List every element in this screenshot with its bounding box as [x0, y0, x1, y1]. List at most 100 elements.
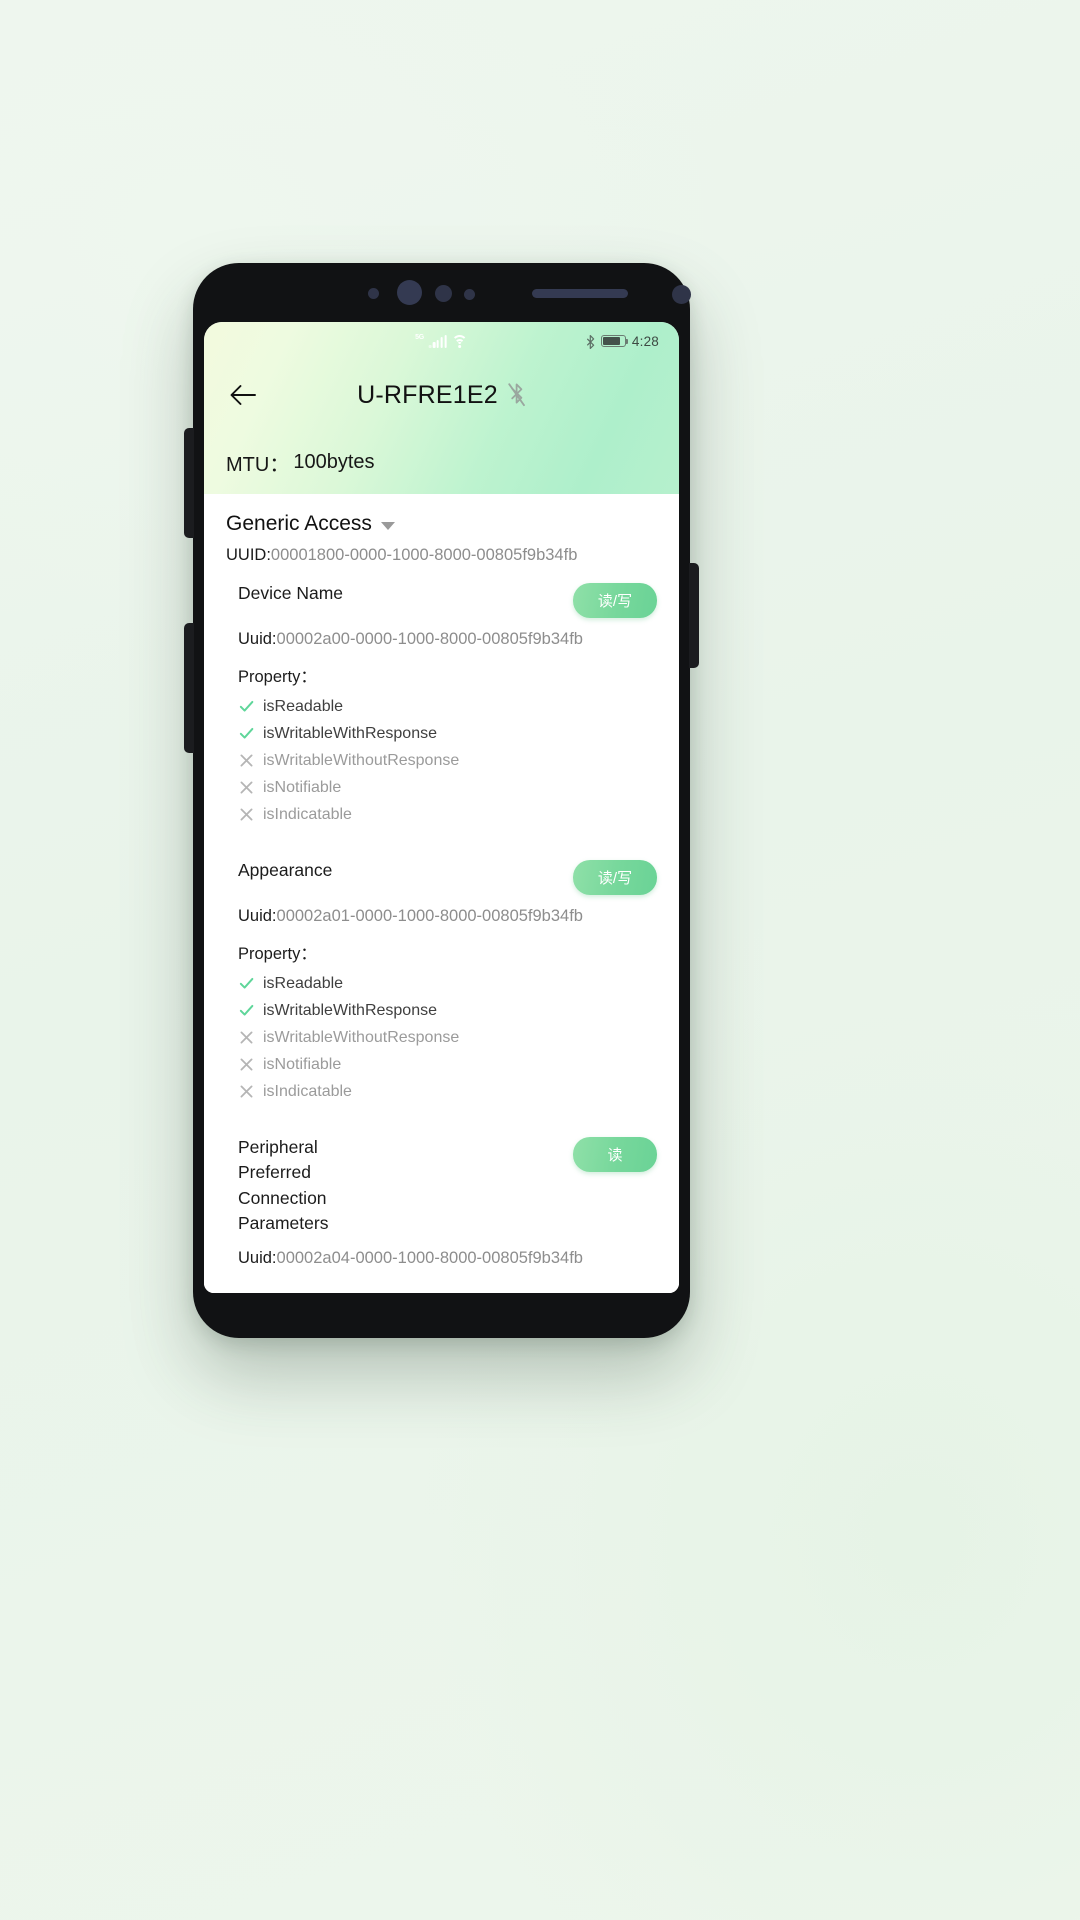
status-bar-right-icons: 4:28 [586, 334, 659, 349]
characteristic-name-line: Parameters [238, 1213, 329, 1234]
characteristic-uuid: Uuid:00002a00-0000-1000-8000-00805f9b34f… [226, 618, 657, 649]
earpiece-speaker [532, 289, 628, 298]
characteristic-item: Device Name 读/写 Uuid:00002a00-0000-1000-80… [204, 567, 679, 844]
characteristic-uuid: Uuid:00002a01-0000-1000-8000-00805f9b34f… [226, 895, 657, 926]
property-row: isIndicatable [238, 801, 657, 828]
characteristic-spacer [226, 828, 657, 844]
service-list: Generic Access UUID:00001800-0000-1000-8… [204, 494, 679, 1293]
characteristic-name-line: Appearance [238, 860, 333, 880]
check-icon [239, 1004, 254, 1016]
characteristic-list: Device Name 读/写 Uuid:00002a00-0000-1000-80… [204, 567, 679, 1293]
power-button[interactable] [689, 563, 699, 668]
mtu-label: MTU： [226, 453, 290, 476]
property-row: isNotifiable [238, 774, 657, 801]
service-name: Generic Access [226, 512, 372, 535]
property-label: isReadable [263, 697, 344, 715]
mtu-value: 100bytes [293, 450, 375, 473]
read-write-button[interactable]: 读/写 [573, 583, 657, 618]
status-bar-left-icons: 5G [415, 334, 468, 348]
front-camera [397, 280, 422, 305]
service-uuid-key: UUID: [226, 546, 271, 564]
check-icon [239, 727, 254, 739]
characteristic-name: Appearance [226, 858, 332, 883]
navigation-title-group: U-RFRE1E2 [204, 381, 679, 410]
volume-up-button[interactable] [184, 428, 194, 538]
service-uuid-value: 00001800-0000-1000-8000-00805f9b34fb [270, 546, 578, 564]
page-title: U-RFRE1E2 [357, 380, 498, 409]
check-icon [239, 700, 254, 712]
characteristic-uuid-key: Uuid: [238, 630, 277, 648]
property-row: isReadable [238, 693, 657, 720]
bluetooth-icon [586, 334, 595, 349]
cross-icon [240, 1085, 253, 1098]
cross-icon [240, 1031, 253, 1044]
characteristic-name: Device Name [226, 581, 343, 606]
status-bar: 5G 4:28 [204, 322, 679, 360]
navigation-bar: U-RFRE1E2 [204, 360, 679, 430]
property-label: isWritableWithoutResponse [263, 1028, 460, 1046]
characteristic-spacer [226, 1105, 657, 1121]
property-label: isWritableWithoutResponse [263, 751, 460, 769]
characteristic-uuid-value: 00002a01-0000-1000-8000-00805f9b34fb [276, 907, 583, 925]
property-heading: Property： [226, 1268, 657, 1294]
characteristic-name-line: Preferred [238, 1162, 311, 1183]
characteristic-header: Appearance 读/写 [226, 844, 657, 895]
network-type-label: 5G [415, 334, 424, 341]
property-list: isReadable isWritableWithResponse isWritab… [226, 964, 657, 1105]
back-arrow-icon[interactable] [222, 375, 262, 415]
bluetooth-disabled-icon[interactable] [507, 382, 526, 408]
sensor-dot-4 [672, 285, 691, 304]
volume-down-button[interactable] [184, 623, 194, 753]
cross-icon [240, 1058, 253, 1071]
property-row: isIndicatable [238, 1078, 657, 1105]
cross-icon [240, 781, 253, 794]
service-header[interactable]: Generic Access [204, 508, 679, 538]
phone-screen: 5G 4:28 U-RFRE1E2 MTU： 100bytes Generic … [204, 322, 679, 1293]
device-top-bezel [193, 263, 691, 323]
property-row: isWritableWithResponse [238, 720, 657, 747]
characteristic-uuid-key: Uuid: [238, 1248, 277, 1267]
property-row: isReadable [238, 970, 657, 997]
property-label: isWritableWithResponse [263, 1001, 437, 1019]
cross-icon [240, 808, 253, 821]
read-button[interactable]: 读 [573, 1137, 657, 1172]
property-row: isWritableWithoutResponse [238, 747, 657, 774]
property-label: isWritableWithResponse [263, 724, 437, 742]
property-label: isIndicatable [263, 805, 352, 823]
property-row: isNotifiable [238, 1051, 657, 1078]
property-label: isNotifiable [263, 778, 342, 796]
wifi-icon [451, 335, 468, 348]
signal-bars-icon [428, 335, 447, 348]
property-row: isWritableWithResponse [238, 997, 657, 1024]
characteristic-uuid-key: Uuid: [238, 907, 277, 925]
property-heading: Property： [238, 945, 317, 963]
sensor-dot-2 [435, 285, 452, 302]
device-bottom-bezel [193, 1293, 690, 1338]
characteristic-name-line: Peripheral [238, 1137, 318, 1157]
status-bar-clock: 4:28 [631, 333, 659, 349]
mtu-row: MTU： 100bytes [204, 430, 679, 494]
property-list: isReadable isWritableWithResponse isWritab… [226, 687, 657, 828]
chevron-down-icon[interactable] [380, 521, 395, 530]
characteristic-uuid: Uuid:00002a04-0000-1000-8000-00805f9b34f… [226, 1237, 657, 1268]
characteristic-name: Peripheral Preferred Connection Parameters [226, 1135, 328, 1237]
property-label: isReadable [263, 974, 344, 992]
read-write-button[interactable]: 读/写 [573, 860, 657, 895]
property-heading: Property： [238, 668, 317, 686]
check-icon [239, 977, 254, 989]
characteristic-name-line: Connection [238, 1187, 327, 1208]
phone-device-frame: 5G 4:28 U-RFRE1E2 MTU： 100bytes Generic … [184, 263, 699, 1338]
property-label: isIndicatable [263, 1082, 352, 1100]
characteristic-header: Device Name 读/写 [226, 567, 657, 618]
app-header: 5G 4:28 U-RFRE1E2 MTU： 100bytes [204, 322, 679, 494]
cross-icon [240, 754, 253, 767]
sensor-dot-3 [464, 289, 475, 300]
service-list-scroll-area[interactable]: Generic Access UUID:00001800-0000-1000-8… [204, 494, 679, 1293]
battery-icon [600, 335, 629, 347]
characteristic-uuid-value: 00002a00-0000-1000-8000-00805f9b34fb [276, 630, 583, 648]
property-label: isNotifiable [263, 1055, 342, 1073]
characteristic-header: Peripheral Preferred Connection Parameters 读 [226, 1121, 657, 1237]
sensor-dot-1 [368, 288, 379, 299]
characteristic-uuid-value: 00002a04-0000-1000-8000-00805f9b34fb [276, 1248, 583, 1267]
property-row: isWritableWithoutResponse [238, 1024, 657, 1051]
